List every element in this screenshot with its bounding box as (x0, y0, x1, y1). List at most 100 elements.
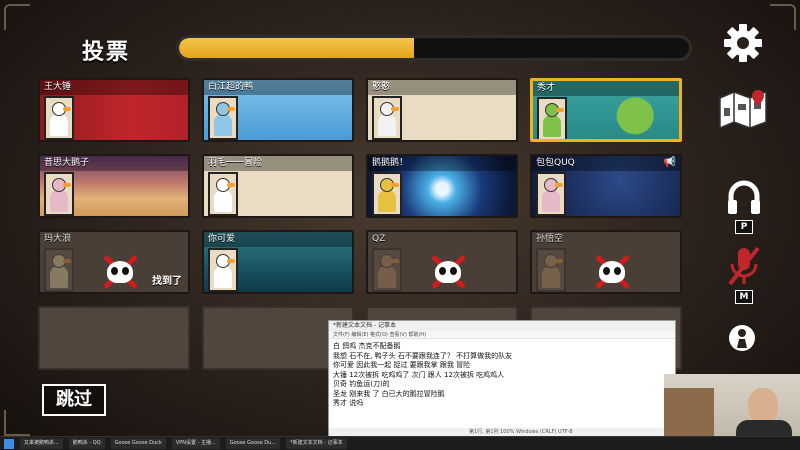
taskbar-app-button[interactable]: 又来被鹅鸭杀... (20, 438, 63, 449)
settings-button[interactable] (722, 22, 764, 64)
goose-beak (63, 183, 71, 187)
player-vote-card[interactable]: 玛大浪找到了 (38, 230, 190, 294)
webcam-overlay (664, 374, 800, 442)
vote-timer-fill (179, 38, 414, 58)
player-vote-card[interactable]: 白江超的鸭 (202, 78, 354, 142)
windows-taskbar: 又来被鹅鸭杀... 鹅鸭杀 - QQ Goose Goose Duck VPN设置 -… (0, 436, 800, 450)
player-vote-card[interactable]: 秀才 (530, 78, 682, 142)
goose-beak (227, 183, 235, 187)
notepad-text-area[interactable]: 白 鸽鸡 杰克不配备鹅 我想 石不在, 鸭子头 石不要跟我连了？ 不打算做我的队友… (329, 339, 675, 412)
player-avatar (208, 96, 238, 140)
notepad-window[interactable]: *新建文本文档 - 记事本 文件(F) 编辑(E) 格式(O) 查看(V) 帮助… (328, 320, 676, 438)
taskbar-app-button[interactable]: 鹅鸭杀 - QQ (68, 438, 105, 449)
player-vote-card[interactable]: 羽毛一一冒险 (202, 154, 354, 218)
player-vote-card[interactable]: 孙悟空 (530, 230, 682, 294)
goose-beak (227, 259, 235, 263)
notepad-line: 秀才 说吗 (333, 399, 364, 407)
player-name: 羽毛一一冒险 (204, 156, 352, 171)
player-name: 憨憨 (368, 80, 516, 95)
goose-skull-icon (599, 261, 625, 283)
windows-start-icon[interactable] (4, 438, 14, 449)
headset-icon (728, 180, 760, 214)
player-name: 玛大浪 (44, 234, 72, 244)
goose-beak (391, 183, 399, 187)
map-button[interactable] (716, 88, 770, 130)
goose-body (214, 114, 232, 136)
notepad-line: 大锤 12次被拆 吃鸡鸡了 次门 跟人 12次被拆 吃鸡鸡人 (333, 370, 505, 379)
goose-body (542, 266, 560, 288)
player-name: 你可爱 (204, 232, 352, 247)
player-vote-card[interactable]: 憨憨 (366, 78, 518, 142)
player-avatar (536, 248, 566, 292)
player-avatar (44, 96, 74, 140)
map-icon (719, 90, 767, 130)
player-avatar (44, 248, 74, 292)
player-avatar (208, 172, 238, 216)
goose-beak (555, 259, 563, 263)
goose-body (378, 190, 396, 212)
notepad-line: 白 鸽鸡 杰克不配备鹅 (333, 342, 401, 350)
player-avatar (208, 248, 238, 292)
frame-corner (770, 4, 796, 30)
player-avatar (44, 172, 74, 216)
dead-marker-icon (100, 252, 140, 292)
taskbar-app-button[interactable]: Goose Goose Duck (110, 438, 166, 449)
empty-player-slot (38, 306, 190, 370)
player-avatar (372, 248, 402, 292)
headset-key-badge: P (735, 220, 753, 234)
body-found-label: 找到了 (152, 276, 182, 287)
player-name: 王大锤 (40, 80, 188, 95)
player-name: 昔思大鹅子 (40, 156, 188, 171)
notepad-title: *新建文本文档 - 记事本 (329, 321, 675, 331)
goose-body (50, 190, 68, 212)
gear-icon (724, 24, 762, 62)
goose-skull-icon (107, 261, 133, 283)
frame-corner (4, 4, 30, 30)
taskbar-app-button[interactable]: Goose Goose Du... (225, 438, 281, 449)
player-avatar (537, 97, 567, 139)
goose-body (378, 114, 396, 136)
goose-body (50, 114, 68, 136)
player-vote-card[interactable]: 鹅鹅鹅！ (366, 154, 518, 218)
mic-muted-icon (728, 246, 760, 286)
player-name: 秀才 (533, 81, 679, 96)
goose-beak (391, 259, 399, 263)
goose-body (50, 266, 68, 288)
dead-marker-icon (428, 252, 468, 292)
skip-vote-button[interactable]: 跳过 (42, 384, 106, 416)
goose-beak (227, 107, 235, 111)
headset-button[interactable]: P (726, 178, 762, 234)
taskbar-app-button[interactable]: VPN设置 - 主播... (171, 438, 220, 449)
notepad-menu[interactable]: 文件(F) 编辑(E) 格式(O) 查看(V) 帮助(H) (329, 331, 675, 339)
player-vote-card[interactable]: QZ (366, 230, 518, 294)
player-vote-card[interactable]: 包包QUQ 📢 (530, 154, 682, 218)
player-name: 白江超的鸭 (204, 80, 352, 95)
goose-body (214, 266, 232, 288)
role-info-button[interactable] (728, 324, 756, 354)
player-name: 包包QUQ (532, 156, 680, 171)
notepad-line: 贝奇 钓鱼运(刀)的 (333, 380, 390, 388)
player-avatar (372, 172, 402, 216)
player-vote-card[interactable]: 你可爱 (202, 230, 354, 294)
mic-key-badge: M (735, 290, 753, 304)
goose-body (214, 190, 232, 212)
player-vote-card[interactable]: 王大锤 (38, 78, 190, 142)
vote-timer-bar (176, 35, 692, 61)
player-avatar (536, 172, 566, 216)
webcam-person-head (748, 388, 778, 424)
goose-skull-icon (435, 261, 461, 283)
goose-beak (555, 183, 563, 187)
goose-beak (391, 107, 399, 111)
player-name: 鹅鹅鹅！ (368, 156, 516, 171)
player-name: 孙悟空 (536, 234, 564, 244)
notepad-line: 圣龙 刚来我 了 白已大的鹅拉冒险鹅 (333, 389, 445, 398)
goose-body (378, 266, 396, 288)
vote-title: 投票 (82, 40, 131, 65)
goose-beak (556, 108, 564, 112)
pawn-icon (729, 325, 755, 351)
frame-corner (4, 410, 30, 436)
notepad-line: 我想 石不在, 鸭子头 石不要跟我连了？ 不打算做我的队友 (333, 351, 513, 360)
mic-mute-button[interactable]: M (726, 244, 762, 304)
taskbar-app-button[interactable]: *新建文本文档 - 记事本 (286, 438, 347, 449)
player-vote-card[interactable]: 昔思大鹅子 (38, 154, 190, 218)
